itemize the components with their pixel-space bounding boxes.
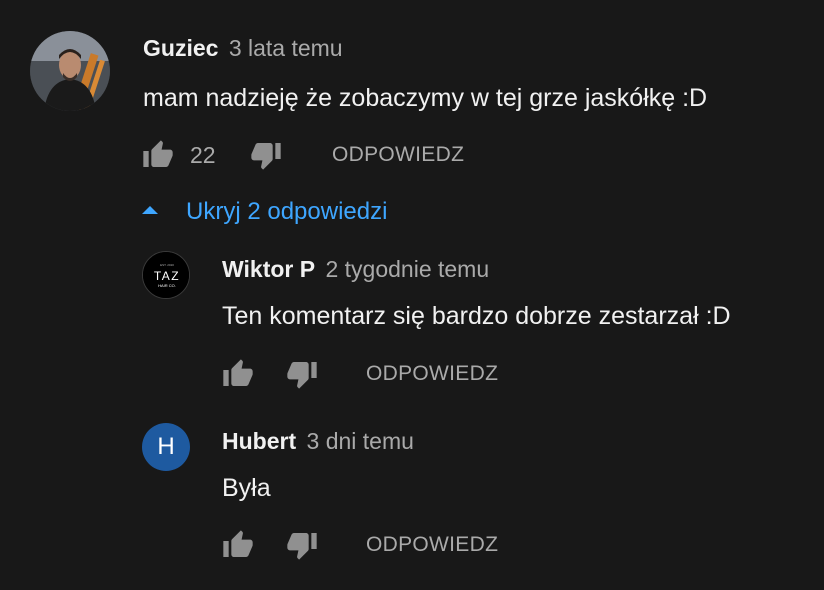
- avatar-letter: H: [157, 433, 175, 460]
- reply-button[interactable]: ODPOWIEDZ: [366, 358, 498, 390]
- dislike-icon[interactable]: [250, 139, 282, 171]
- avatar[interactable]: [30, 31, 110, 111]
- comment-actions: 22 ODPOWIEDZ: [140, 139, 540, 171]
- comment-text: mam nadzieję że zobaczymy w tej grze jas…: [143, 84, 708, 112]
- comment-text: Ten komentarz się bardzo dobrze zestarza…: [222, 302, 731, 330]
- avatar-logo-subtext: HAIR CO.: [158, 283, 176, 288]
- avatar-logo-text: TAZ: [154, 269, 180, 283]
- comments-section: Guziec 3 lata temu mam nadzieję że zobac…: [0, 0, 824, 590]
- taz-logo-icon: EST. 2020 TAZ HAIR CO.: [143, 252, 189, 298]
- reply-button[interactable]: ODPOWIEDZ: [332, 139, 464, 171]
- comment-actions: ODPOWIEDZ: [220, 358, 540, 390]
- caret-up-icon: [142, 206, 158, 214]
- dislike-icon[interactable]: [286, 529, 318, 561]
- comment-timestamp[interactable]: 2 tygodnie temu: [325, 256, 489, 282]
- comment-header: Guziec 3 lata temu: [143, 34, 343, 62]
- comment-header: Wiktor P 2 tygodnie temu: [222, 255, 489, 283]
- like-icon[interactable]: [222, 529, 254, 561]
- author-name[interactable]: Wiktor P: [222, 256, 315, 282]
- comment-timestamp[interactable]: 3 lata temu: [229, 35, 343, 61]
- hide-replies-label: Ukryj 2 odpowiedzi: [186, 198, 388, 225]
- reply-button[interactable]: ODPOWIEDZ: [366, 529, 498, 561]
- dislike-icon[interactable]: [286, 358, 318, 390]
- reply: H Hubert 3 dni temu Była ODPOWIEDZ: [0, 412, 824, 582]
- avatar[interactable]: H: [142, 423, 190, 471]
- comment-timestamp[interactable]: 3 dni temu: [307, 428, 414, 454]
- avatar-photo-image: [30, 31, 110, 111]
- svg-text:EST. 2020: EST. 2020: [160, 263, 174, 267]
- comment-actions: ODPOWIEDZ: [220, 529, 540, 561]
- author-name[interactable]: Guziec: [143, 35, 218, 61]
- like-icon[interactable]: [142, 139, 174, 171]
- comment: Guziec 3 lata temu mam nadzieję że zobac…: [0, 0, 824, 190]
- comment-text: Była: [222, 474, 271, 502]
- comment-header: Hubert 3 dni temu: [222, 427, 414, 455]
- like-count: 22: [190, 142, 216, 168]
- like-icon[interactable]: [222, 358, 254, 390]
- author-name[interactable]: Hubert: [222, 428, 296, 454]
- avatar[interactable]: EST. 2020 TAZ HAIR CO.: [142, 251, 190, 299]
- reply: EST. 2020 TAZ HAIR CO. Wiktor P 2 tygodn…: [0, 240, 824, 400]
